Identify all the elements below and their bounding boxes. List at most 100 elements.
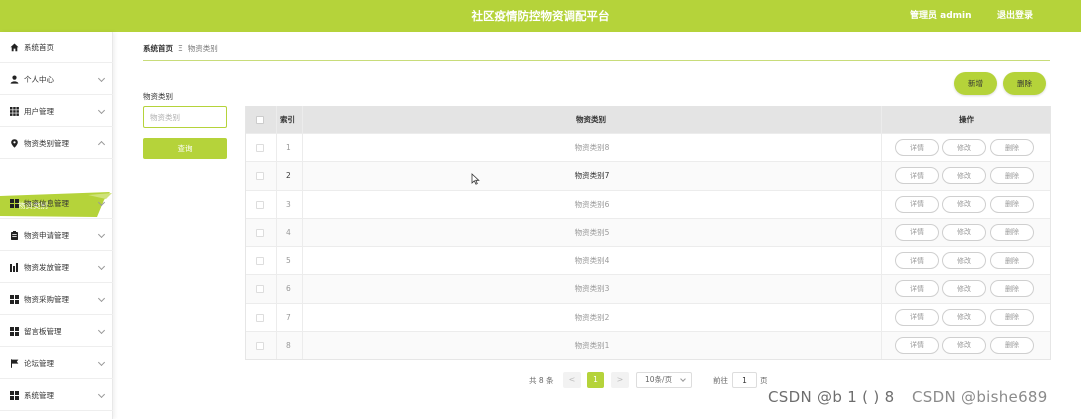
edit-button[interactable]: 修改 [942, 139, 986, 156]
chevron-down-icon [97, 326, 106, 335]
row-checkbox[interactable] [256, 285, 264, 294]
delete-button[interactable]: 删除 [990, 139, 1034, 156]
table-row: 3 物资类别6 详情 修改 删除 [246, 189, 1050, 218]
edit-button[interactable]: 修改 [942, 280, 986, 298]
row-checkbox[interactable] [256, 341, 264, 350]
row-checkbox[interactable] [256, 257, 264, 265]
sidebar-item-label: 用户管理 [24, 106, 54, 116]
category-search-input[interactable] [143, 106, 227, 128]
home-icon [10, 43, 19, 52]
sidebar-item-label: 留言板管理 [24, 326, 62, 336]
search-label: 物资类别 [143, 92, 173, 101]
delete-button[interactable]: 删除 [990, 336, 1034, 354]
delete-button[interactable]: 删除 [990, 167, 1034, 185]
sidebar-item-label: 物资申请管理 [24, 230, 69, 240]
chevron-down-icon [97, 198, 106, 207]
prev-page-button[interactable]: < [563, 372, 581, 388]
add-button[interactable]: 新增 [954, 72, 997, 95]
column-divider [881, 331, 882, 359]
column-divider [881, 275, 882, 303]
detail-button[interactable]: 详情 [895, 167, 939, 185]
row-index: 3 [286, 199, 291, 209]
detail-button[interactable]: 详情 [895, 223, 939, 241]
chevron-down-icon [97, 262, 106, 271]
edit-button[interactable]: 修改 [942, 336, 986, 354]
delete-button[interactable]: 删除 [990, 280, 1034, 298]
watermark-text-secondary: CSDN @bishe689 [912, 388, 1048, 406]
page-size-select[interactable]: 10条/页 [636, 372, 692, 388]
detail-button[interactable]: 详情 [895, 195, 939, 213]
pagination: 共 8 条 < 1 > 10条/页 前往 页 [0, 372, 1081, 388]
sidebar-item-label: 物资类别管理 [24, 138, 69, 148]
grid-icon [10, 390, 19, 400]
row-category: 物资类别8 [574, 143, 610, 152]
next-page-button[interactable]: > [611, 372, 629, 388]
chevron-down-icon [97, 74, 106, 83]
batch-delete-button[interactable]: 删除 [1003, 72, 1046, 95]
search-button[interactable]: 查询 [143, 138, 227, 159]
delete-button[interactable]: 删除 [990, 252, 1034, 269]
sidebar-item-supply-purchase[interactable]: 物资采购管理 [0, 284, 113, 315]
goto-label: 前往 [713, 376, 728, 385]
row-checkbox[interactable] [256, 313, 264, 322]
sidebar-item-users[interactable]: 用户管理 [0, 96, 113, 127]
sidebar-item-label: 系统管理 [24, 390, 54, 400]
page-button-current[interactable]: 1 [587, 372, 604, 388]
sidebar-item-home[interactable]: 系统首页 [0, 32, 113, 63]
column-divider [276, 275, 277, 303]
column-divider [276, 190, 277, 218]
row-checkbox[interactable] [256, 144, 264, 152]
detail-button[interactable]: 详情 [895, 308, 939, 326]
edit-button[interactable]: 修改 [942, 167, 986, 185]
row-checkbox[interactable] [256, 200, 264, 209]
row-index: 7 [286, 312, 291, 322]
sidebar-item-message-board[interactable]: 留言板管理 [0, 316, 113, 347]
breadcrumb-separator: Ξ [178, 44, 183, 53]
table-row: 7 物资类别2 详情 修改 删除 [246, 302, 1050, 331]
column-divider [881, 162, 882, 190]
edit-button[interactable]: 修改 [942, 252, 986, 269]
grid-icon [10, 294, 19, 304]
detail-button[interactable]: 详情 [895, 139, 939, 156]
column-divider [302, 106, 303, 133]
row-category: 物资类别7 [574, 171, 610, 181]
watermark-text: CSDN @b 1 ( ) 8 [768, 388, 895, 406]
sidebar-item-supply-info[interactable]: 物资信息管理 [0, 188, 113, 219]
delete-button[interactable]: 删除 [990, 223, 1034, 241]
column-divider [881, 218, 882, 246]
column-divider [276, 106, 277, 133]
delete-button[interactable]: 删除 [990, 308, 1034, 326]
column-divider [276, 134, 277, 162]
detail-button[interactable]: 详情 [895, 336, 939, 354]
edit-button[interactable]: 修改 [942, 308, 986, 326]
table-row: 2 物资类别7 详情 修改 删除 [246, 161, 1050, 190]
row-checkbox[interactable] [256, 172, 264, 181]
sidebar-item-category-mgmt[interactable]: 物资类别管理 [0, 128, 113, 159]
sidebar-item-supply-distribution[interactable]: 物资发放管理 [0, 252, 113, 283]
grid-icon [10, 326, 19, 336]
detail-button[interactable]: 详情 [895, 280, 939, 298]
sidebar-item-supply-request[interactable]: 物资申请管理 [0, 220, 113, 251]
row-index: 4 [286, 227, 291, 237]
page-size-value: 10条/页 [645, 375, 673, 384]
goto-page-input[interactable] [732, 372, 757, 388]
delete-button[interactable]: 删除 [990, 195, 1034, 213]
breadcrumb-divider [143, 60, 1050, 61]
row-checkbox[interactable] [256, 228, 264, 237]
row-category: 物资类别1 [574, 340, 610, 350]
column-divider [881, 106, 882, 133]
column-divider [881, 247, 882, 275]
edit-button[interactable]: 修改 [942, 223, 986, 241]
sidebar-item-profile[interactable]: 个人中心 [0, 64, 113, 95]
table-row: 1 物资类别8 详情 修改 删除 [246, 133, 1050, 162]
select-all-checkbox[interactable] [256, 116, 264, 124]
chart-icon [10, 262, 19, 272]
logout-link[interactable]: 退出登录 [997, 0, 1033, 32]
detail-button[interactable]: 详情 [895, 252, 939, 269]
row-index: 5 [286, 256, 291, 265]
current-user: 管理员 admin [910, 11, 972, 21]
edit-button[interactable]: 修改 [942, 195, 986, 213]
breadcrumb-home[interactable]: 系统首页 [143, 44, 173, 53]
chevron-up-icon [97, 140, 106, 149]
sidebar-item-label: 论坛管理 [24, 358, 54, 368]
